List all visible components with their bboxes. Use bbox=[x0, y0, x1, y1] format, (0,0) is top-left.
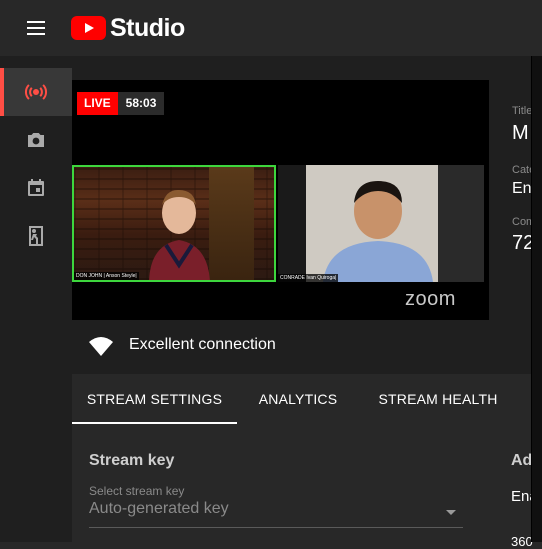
sidebar-item-webcam[interactable] bbox=[0, 116, 72, 164]
sidebar-item-stream[interactable] bbox=[0, 68, 72, 116]
tab-bar: STREAM SETTINGS ANALYTICS STREAM HEALTH bbox=[72, 374, 542, 424]
stream-key-field-label: Select stream key bbox=[89, 484, 185, 498]
calendar-icon bbox=[28, 179, 44, 196]
sidebar-item-manage[interactable] bbox=[0, 164, 72, 212]
participant-1-label: DON JOHN | Anson Steyle| bbox=[74, 272, 139, 280]
stream-key-select[interactable]: Auto-generated key bbox=[89, 500, 229, 518]
participant-2-figure bbox=[323, 181, 433, 282]
stream-preview[interactable]: LIVE 58:03 DON JOHN | Anson Steyle| CONR… bbox=[72, 80, 489, 320]
main-content: LIVE 58:03 DON JOHN | Anson Steyle| CONR… bbox=[72, 56, 542, 542]
stream-settings-panel: Stream key Select stream key Auto-genera… bbox=[72, 424, 542, 542]
top-bar: Studio bbox=[0, 0, 542, 56]
dropdown-arrow-icon[interactable] bbox=[446, 510, 456, 515]
wifi-icon bbox=[89, 337, 113, 356]
youtube-logo-icon[interactable] bbox=[71, 16, 106, 40]
scrollbar[interactable] bbox=[531, 56, 542, 542]
exit-door-icon bbox=[29, 226, 43, 246]
live-badge: LIVE 58:03 bbox=[77, 92, 165, 115]
stream-details-panel: Title M Cate En Com 72 bbox=[490, 80, 535, 374]
title-value: M bbox=[512, 122, 529, 144]
sidebar bbox=[0, 56, 72, 542]
elapsed-time: 58:03 bbox=[117, 92, 165, 115]
stream-key-title: Stream key bbox=[89, 452, 175, 469]
additional-settings-panel: Ad Ena 360 bbox=[490, 424, 538, 549]
wooden-door-background bbox=[209, 167, 254, 280]
menu-icon[interactable] bbox=[24, 18, 48, 38]
category-value: En bbox=[512, 180, 532, 197]
additional-settings-title: Ad bbox=[511, 452, 533, 469]
connection-status: Excellent connection bbox=[72, 320, 542, 374]
live-broadcast-icon bbox=[24, 84, 48, 100]
title-label: Title bbox=[512, 105, 533, 117]
video-tile-1: DON JOHN | Anson Steyle| bbox=[72, 165, 276, 282]
video-tile-2: CONRADE Ivan Quiroga| bbox=[278, 165, 484, 282]
tab-stream-health[interactable]: STREAM HEALTH bbox=[374, 374, 502, 424]
participant-2-label: CONRADE Ivan Quiroga| bbox=[278, 274, 339, 282]
participant-1-figure bbox=[149, 189, 210, 280]
camera-icon bbox=[28, 133, 44, 147]
tab-analytics[interactable]: ANALYTICS bbox=[250, 374, 346, 424]
tab-stream-settings[interactable]: STREAM SETTINGS bbox=[72, 374, 237, 424]
select-underline bbox=[89, 527, 463, 528]
sidebar-item-exit[interactable] bbox=[0, 212, 72, 260]
zoom-watermark: zoom bbox=[405, 288, 456, 310]
app-title[interactable]: Studio bbox=[110, 12, 185, 44]
live-label: LIVE bbox=[77, 92, 118, 115]
connection-text: Excellent connection bbox=[129, 336, 276, 353]
